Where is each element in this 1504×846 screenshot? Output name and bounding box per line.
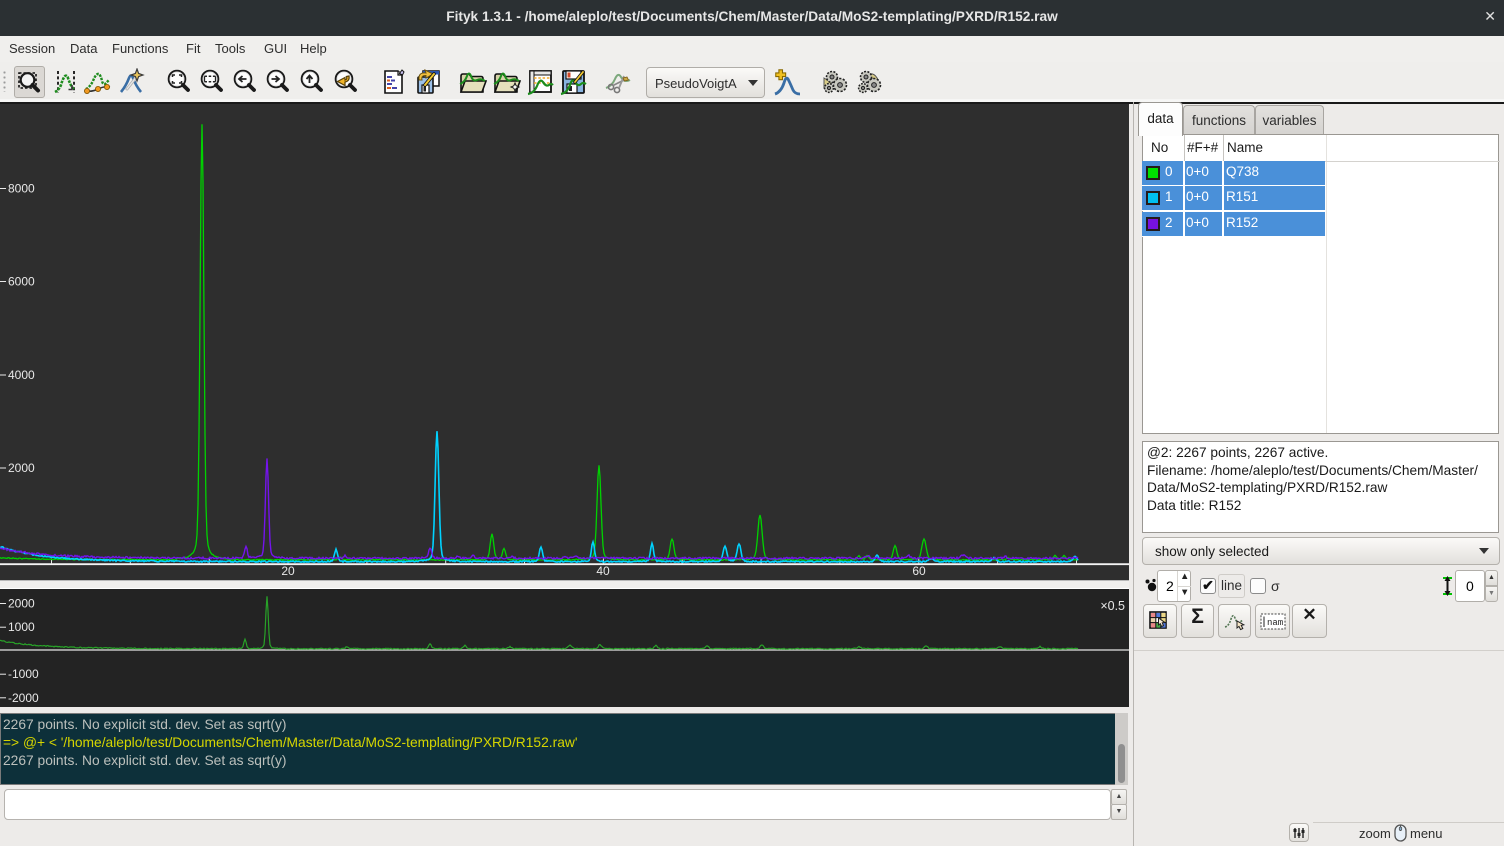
svg-text:2000: 2000 <box>8 597 35 611</box>
svg-text:-1000: -1000 <box>8 667 39 681</box>
svg-text:nam: nam <box>1267 618 1283 628</box>
svg-text:40: 40 <box>596 564 610 578</box>
svg-text:8000: 8000 <box>8 182 35 196</box>
svg-text:60: 60 <box>912 564 926 578</box>
svg-text:2000: 2000 <box>8 461 35 475</box>
svg-text:6000: 6000 <box>8 275 35 289</box>
svg-text:-2000: -2000 <box>8 691 39 705</box>
svg-text:1000: 1000 <box>8 620 35 634</box>
svg-text:20: 20 <box>281 564 295 578</box>
svg-text:4000: 4000 <box>8 368 35 382</box>
svg-text:×0.5: ×0.5 <box>1100 599 1125 613</box>
